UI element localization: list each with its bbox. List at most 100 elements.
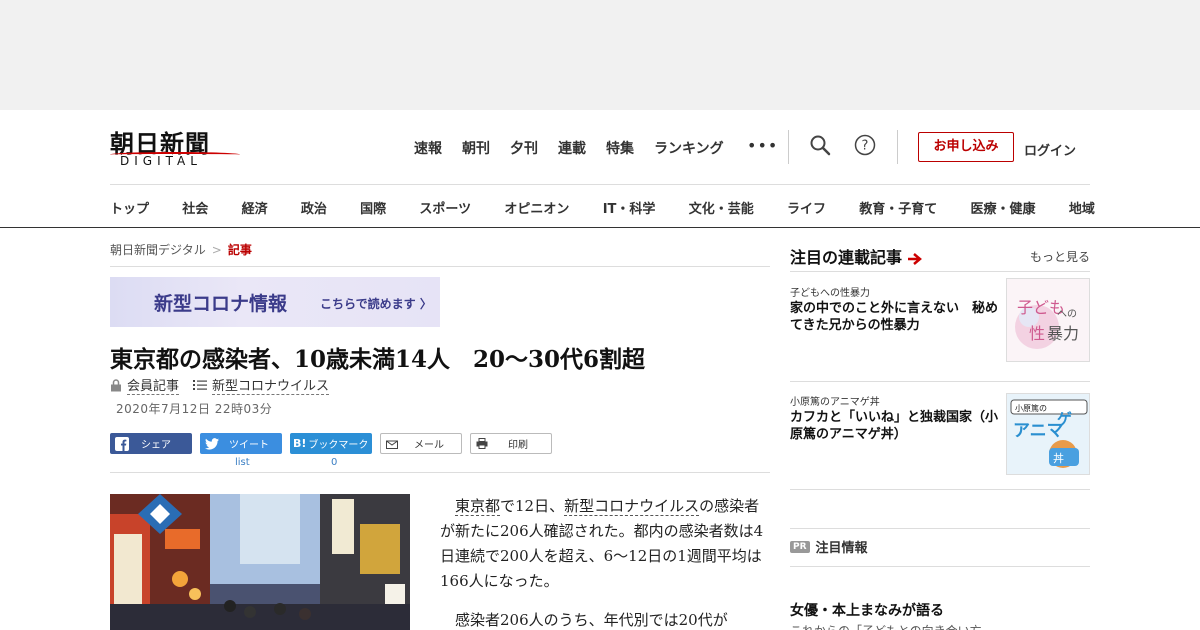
arrow-right-icon [907,252,922,265]
more-menu-icon[interactable]: ••• [747,136,778,155]
divider [788,130,789,164]
print-label: 印刷 [508,440,528,451]
banner-cta-text: こちらで読めます [320,297,416,311]
category-top[interactable]: トップ [110,198,149,217]
divider [897,130,898,164]
category-economy[interactable]: 経済 [242,198,268,217]
topnav-item-rensai[interactable]: 連載 [558,138,586,158]
article-photo[interactable] [110,494,410,630]
banner-cta: こちらで読めます 〉 [320,295,432,312]
divider [110,266,770,267]
svg-text:丼: 丼 [1053,452,1064,465]
svg-text:暴力: 暴力 [1047,324,1079,343]
svg-text:?: ? [862,139,869,154]
sidebar-title-text: 注目の連載記事 [790,248,903,267]
twitter-share-label: ツイート [229,440,269,451]
svg-text:ゲ: ゲ [1057,410,1072,428]
breadcrumb-current: 記事 [227,243,252,257]
help-icon[interactable]: ? [854,134,876,156]
list-icon [193,380,208,390]
category-life[interactable]: ライフ [787,198,826,217]
category-politics[interactable]: 政治 [301,198,327,217]
pr-article-title[interactable]: 女優・本上まなみが語る [790,600,944,620]
article-meta: 会員記事 新型コロナウイルス [110,375,330,395]
category-culture[interactable]: 文化・芸能 [689,198,754,217]
sidebar-title[interactable]: 注目の連載記事 [790,244,922,268]
article-paragraph: 東京都で12日、新型コロナウイルスの感染者が新たに206人確認された。都内の感染… [440,494,770,594]
print-button[interactable]: 印刷 [470,433,552,454]
breadcrumb: 朝日新聞デジタル > 記事 [110,241,252,258]
category-education[interactable]: 教育・子育て [859,198,937,217]
sidebar-article-title: 家の中でのこと外に言えない 秘めてきた兄からの性暴力 [790,301,999,333]
search-icon[interactable] [809,134,831,156]
corona-info-banner[interactable]: 新型コロナ情報 こちらで読めます 〉 [110,277,440,327]
logo-sub-text: DIGITAL [120,154,202,168]
site-logo[interactable]: 朝日新聞 DIGITAL [110,124,245,170]
topic-tag-link[interactable]: 新型コロナウイルス [212,375,330,395]
tokyo-link[interactable]: 東京都 [455,497,501,516]
svg-text:小原篤の: 小原篤の [1015,403,1047,413]
category-society[interactable]: 社会 [182,198,208,217]
pr-badge: PR [790,540,810,553]
sidebar-article-category: 子どもへの性暴力 [790,288,870,299]
chevron-right-icon: 〉 [415,297,432,311]
banner-title: 新型コロナ情報 [154,293,288,315]
sidebar-more-link[interactable]: もっと見る [1030,248,1090,265]
twitter-share-button[interactable]: ツイート [200,433,282,454]
topnav-item-yuukan[interactable]: 夕刊 [510,138,538,158]
category-nav: トップ 社会 経済 政治 国際 スポーツ オピニオン IT・科学 文化・芸能 ラ… [110,198,1095,217]
topnav-item-ranking[interactable]: ランキング [654,138,724,158]
facebook-share-label: シェア [141,440,171,451]
facebook-share-button[interactable]: シェア [110,433,192,454]
category-it-science[interactable]: IT・科学 [603,198,656,217]
article-headline: 東京都の感染者、10歳未満14人 20～30代6割超 [110,346,646,373]
category-opinion[interactable]: オピニオン [504,198,569,217]
sidebar-article-thumbnail: 子ども への 性 暴力 [1006,278,1090,362]
topnav-item-tokushu[interactable]: 特集 [606,138,634,158]
pr-article-description: これからの「子どもとの向き合い方 [790,622,982,630]
corona-link[interactable]: 新型コロナウイルス [564,497,700,516]
hatena-bookmark-button[interactable]: B! ブックマーク [290,433,372,454]
top-nav: 速報 朝刊 夕刊 連載 特集 ランキング [414,138,744,158]
sidebar-article[interactable]: 子どもへの性暴力 家の中でのこと外に言えない 秘めてきた兄からの性暴力 子ども … [790,278,1090,374]
advertisement-area [0,0,1200,110]
twitter-share-count[interactable]: list [235,457,250,468]
pr-section-label: 注目情報 [815,541,868,556]
hatena-bookmark-count[interactable]: 0 [331,457,337,468]
member-article-label[interactable]: 会員記事 [127,375,180,395]
category-region[interactable]: 地域 [1069,198,1095,217]
share-buttons: シェア ツイート B! ブックマーク メール 印刷 [110,433,560,454]
mail-share-label: メール [414,440,444,451]
topnav-item-choukan[interactable]: 朝刊 [462,138,490,158]
sidebar-article-title: カフカと「いいね」と独裁国家（小原篤のアニマゲ丼） [790,410,999,442]
publish-date: 2020年7月12日 22時03分 [116,402,273,416]
svg-text:への: への [1057,309,1077,320]
sidebar-article[interactable]: 小原篤のアニマゲ丼 カフカと「いいね」と独裁国家（小原篤のアニマゲ丼） 小原篤の… [790,393,1090,483]
divider [790,271,1090,272]
hatena-icon: B! [293,437,307,450]
apply-button[interactable]: お申し込み [918,132,1014,162]
divider [790,528,1090,529]
category-health[interactable]: 医療・健康 [971,198,1036,217]
login-link[interactable]: ログイン [1024,140,1076,159]
divider [110,472,770,473]
breadcrumb-home[interactable]: 朝日新聞デジタル [110,243,206,257]
facebook-icon [115,436,129,451]
article-body: 東京都で12日、新型コロナウイルスの感染者が新たに206人確認された。都内の感染… [440,494,770,630]
twitter-icon [205,437,219,450]
site-header: 朝日新聞 DIGITAL 速報 朝刊 夕刊 連載 特集 ランキング ••• ? … [0,110,1200,228]
lock-icon [111,378,121,391]
paragraph-text: で12日、 [500,497,565,515]
header-divider [110,184,1090,185]
printer-icon [476,438,488,449]
mail-share-button[interactable]: メール [380,433,462,454]
thumbnail-image: 子ども への 性 暴力 [1007,279,1089,361]
divider [790,381,1090,382]
topnav-item-sokuhou[interactable]: 速報 [414,138,442,158]
breadcrumb-separator: > [211,243,222,257]
category-sports[interactable]: スポーツ [419,198,471,217]
divider [790,489,1090,490]
article-paragraph: 感染者206人のうち、年代別では20代が [455,611,728,629]
category-international[interactable]: 国際 [360,198,386,217]
hatena-bookmark-label: ブックマーク [308,440,369,451]
